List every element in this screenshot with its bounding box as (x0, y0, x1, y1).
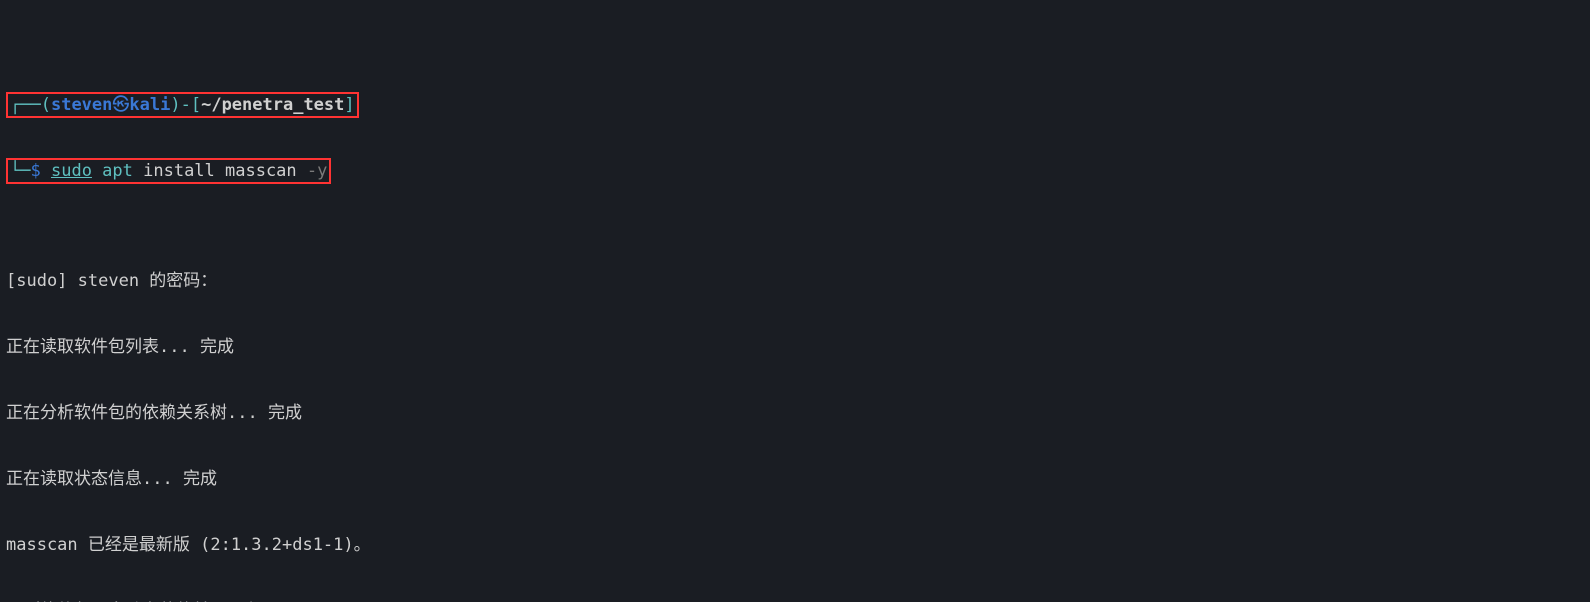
output-line: masscan 已经是最新版 (2:1.3.2+ds1-1)。 (6, 534, 1584, 556)
cmd-install: install masscan (133, 161, 307, 181)
bracket-r: ] (344, 95, 354, 115)
output-line: 正在读取状态信息... 完成 (6, 468, 1584, 490)
paren-l: ( (41, 95, 51, 115)
paren-r: ) (170, 95, 180, 115)
highlight-box-1b: └─$ sudo apt install masscan -y (6, 158, 331, 184)
prompt-1-bottom: └─$ sudo apt install masscan -y (6, 160, 1584, 182)
output-line: 正在读取软件包列表... 完成 (6, 336, 1584, 358)
output-line: [sudo] steven 的密码： (6, 270, 1584, 292)
dash: - (181, 95, 191, 115)
cmd-sudo: sudo (51, 161, 92, 181)
terminal-window[interactable]: ┌──(steven㉿kali)-[~/penetra_test] └─$ su… (0, 0, 1590, 602)
prompt-corner-bot: └─ (10, 161, 30, 181)
prompt-user: steven (51, 95, 112, 115)
skull-icon: ㉿ (112, 95, 129, 115)
cmd-flag: -y (307, 161, 327, 181)
prompt-corner: ┌── (10, 95, 41, 115)
prompt-host: kali (129, 95, 170, 115)
cmd-apt: apt (92, 161, 133, 181)
prompt-path: ~/penetra_test (201, 95, 344, 115)
prompt-1-top: ┌──(steven㉿kali)-[~/penetra_test] (6, 94, 1584, 116)
dollar-sign: $ (30, 161, 40, 181)
highlight-box-1: ┌──(steven㉿kali)-[~/penetra_test] (6, 92, 359, 118)
output-line: 正在分析软件包的依赖关系树... 完成 (6, 402, 1584, 424)
bracket-l: [ (191, 95, 201, 115)
